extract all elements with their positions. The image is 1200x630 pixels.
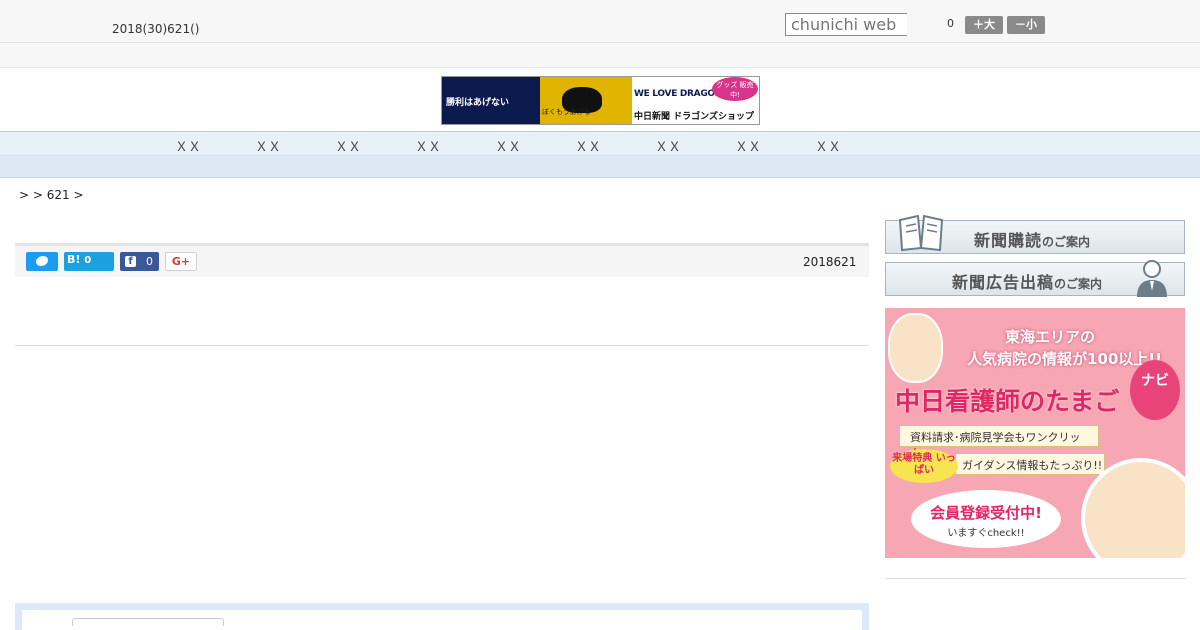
subscription-label: 新聞購読のご案内 — [974, 231, 1091, 250]
header-band — [0, 43, 1200, 68]
nav-item[interactable]: ＸＸ — [808, 136, 848, 155]
facebook-icon: f — [125, 256, 136, 267]
top-header: 2018(30)621() 0 ＋大 －小 — [0, 0, 1200, 43]
twitter-share-button[interactable] — [26, 252, 58, 271]
nav-item[interactable]: ＸＸ — [488, 136, 528, 155]
nav-item[interactable]: ＸＸ — [728, 136, 768, 155]
ad-bonus-badge: 来場特典 いっぱい — [890, 449, 958, 483]
nav-item[interactable]: ＸＸ — [328, 136, 368, 155]
person-icon — [1137, 260, 1167, 297]
banner-yellow-panel: ぼくもうあげる — [540, 77, 632, 124]
ad-strip-1: 資料請求･病院見学会もワンクリック!! — [899, 425, 1099, 460]
banner-badge: グッズ 販売中! — [712, 77, 758, 101]
hatena-icon: B! — [67, 253, 81, 266]
nav-item[interactable]: ＸＸ — [408, 136, 448, 155]
ad-cta-text: 会員登録受付中! — [930, 504, 1042, 522]
related-tab[interactable] — [72, 618, 224, 626]
nav-item[interactable]: ＸＸ — [568, 136, 608, 155]
ad-cta-bubble: 会員登録受付中! いますぐcheck!! — [911, 490, 1061, 548]
nav-item[interactable]: ＸＸ — [648, 136, 688, 155]
related-box — [15, 603, 869, 630]
ad-strip-2: ガイダンス情報もたっぷり!! — [955, 453, 1105, 475]
divider — [15, 345, 869, 346]
dragons-shop-banner[interactable]: 勝利はあげない ぼくもうあげる WE LOVE DRAGONS 中日新聞 ドラゴ… — [441, 76, 760, 125]
ad-line-1: 東海エリアの — [1005, 328, 1096, 346]
facebook-count: 0 — [146, 255, 153, 268]
sidebar-divider — [885, 578, 1185, 579]
newspaper-subscription-button[interactable]: 新聞購読のご案内 — [885, 214, 1185, 254]
banner-right-panel: WE LOVE DRAGONS 中日新聞 ドラゴンズショップ グッズ 販売中! — [632, 77, 759, 124]
font-size-small-button[interactable]: －小 — [1007, 16, 1045, 34]
ad-line-2: 人気病院の情報が100以上!! — [967, 350, 1162, 368]
banner-shop-name: 中日新聞 ドラゴンズショップ — [634, 112, 754, 122]
font-size-value: 0 — [947, 17, 954, 30]
ad-title: 中日看護師のたまご — [895, 387, 1120, 416]
font-size-large-button[interactable]: ＋大 — [965, 16, 1003, 34]
nav-item[interactable]: ＸＸ — [168, 136, 208, 155]
ad-navi-badge: ナビ — [1130, 360, 1180, 420]
nurse-recruit-ad[interactable]: 東海エリアの 人気病院の情報が100以上!! 中日看護師のたまご ナビ 資料請求… — [885, 308, 1185, 558]
book-icon — [898, 214, 944, 252]
advertising-label: 新聞広告出稿のご案内 — [952, 273, 1103, 292]
article-date: 2018621 — [803, 255, 857, 269]
banner-left-panel: 勝利はあげない — [442, 77, 540, 124]
nurse-face-illustration — [888, 313, 943, 383]
hatena-count: 0 — [84, 255, 92, 266]
newspaper-advertising-button[interactable]: 新聞広告出稿のご案内 — [885, 260, 1185, 297]
nav-item[interactable]: ＸＸ — [248, 136, 288, 155]
twitter-icon — [36, 256, 48, 266]
banner-yellow-text: ぼくもうあげる — [542, 108, 591, 116]
facebook-share-button[interactable]: f 0 — [120, 252, 159, 271]
main-nav: ＸＸ ＸＸ ＸＸ ＸＸ ＸＸ ＸＸ ＸＸ ＸＸ ＸＸ — [0, 131, 1200, 156]
hatena-bookmark-button[interactable]: B! 0 — [64, 252, 114, 271]
google-plus-button[interactable]: G+ — [165, 252, 197, 271]
search-input[interactable] — [785, 13, 907, 36]
sub-nav — [0, 156, 1200, 178]
ad-cta-subtext: いますぐcheck!! — [947, 528, 1025, 539]
breadcrumb[interactable]: > > 621 > — [19, 188, 84, 202]
share-bar: B! 0 f 0 G+ — [15, 243, 869, 277]
date-text: 2018(30)621() — [112, 22, 200, 36]
